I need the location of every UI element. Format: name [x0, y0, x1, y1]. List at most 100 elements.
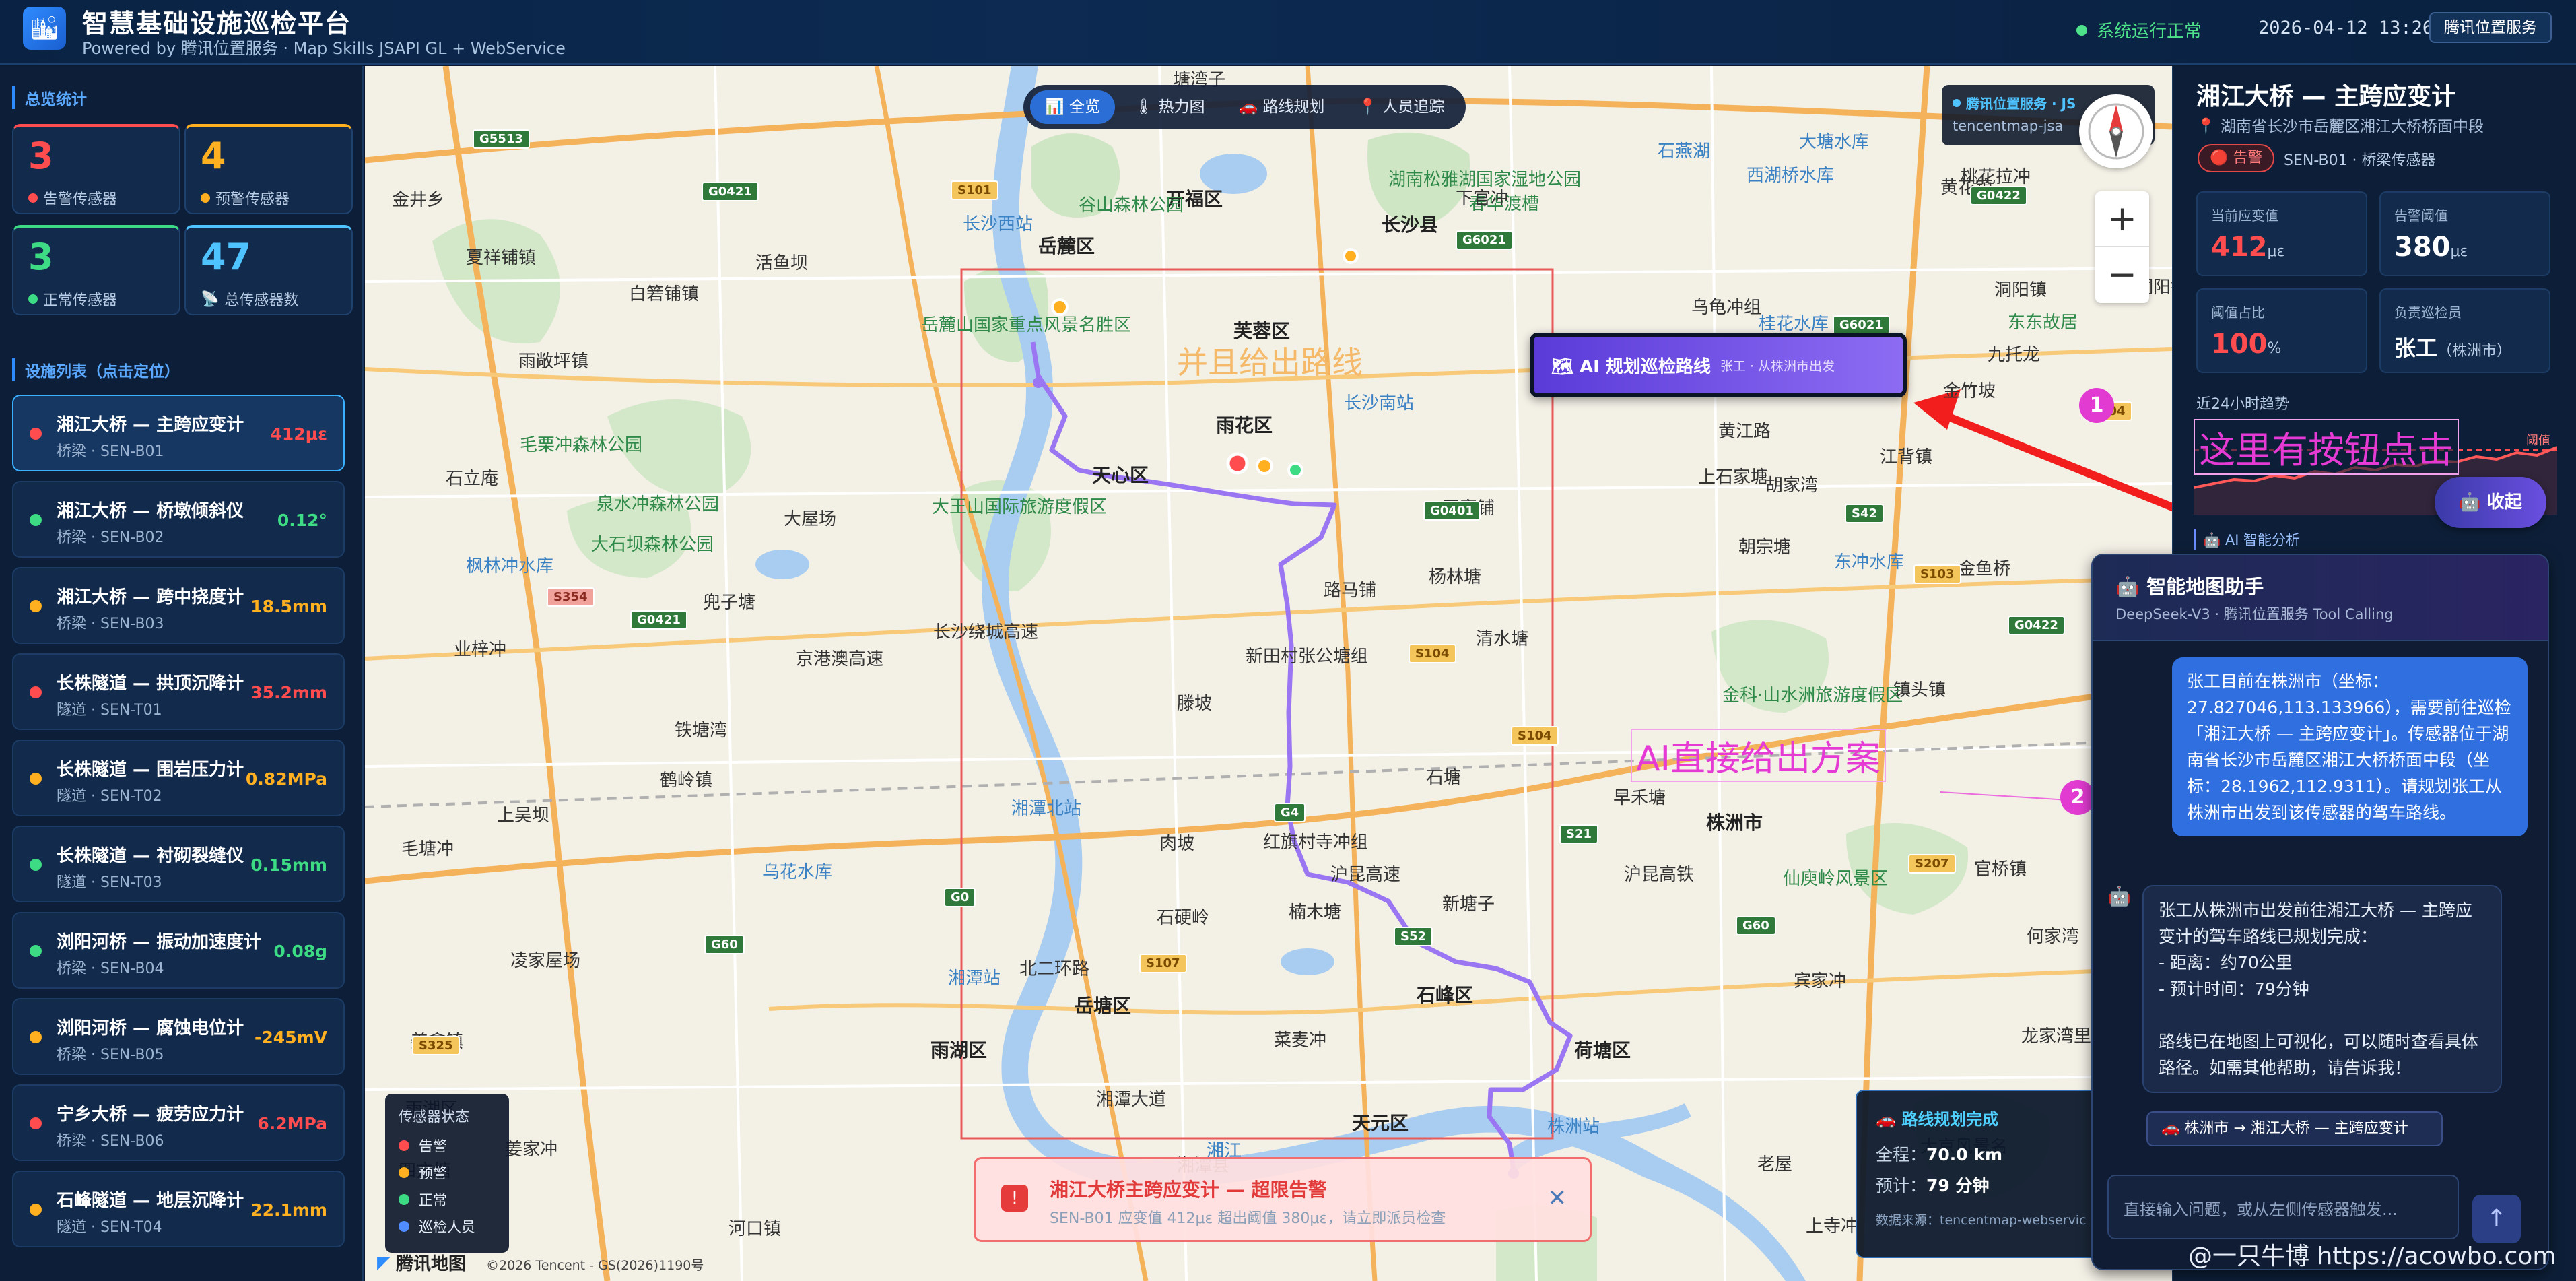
map-place-label: 兜子塘 [703, 593, 756, 613]
alarm-dot-icon [399, 1140, 409, 1151]
facility-item[interactable]: 浏阳河桥 — 振动加速度计 桥梁 · SEN-B04 0.08g [12, 912, 345, 989]
facility-value: 35.2mm [250, 683, 327, 702]
map-place-label: 湘潭北站 [1011, 799, 1082, 819]
map-place-label: 新田村张公塘组 [1246, 647, 1369, 667]
road-shield: G60 [704, 935, 745, 954]
facility-item[interactable]: 湘江大桥 — 主跨应变计 桥梁 · SEN-B01 412με [12, 395, 345, 471]
status-dot-icon [30, 1031, 42, 1043]
close-icon[interactable]: ✕ [1548, 1185, 1567, 1212]
facility-item[interactable]: 长株隧道 — 围岩压力计 隧道 · SEN-T02 0.82MPa [12, 740, 345, 816]
alarm-toast-title: 湘江大桥主跨应变计 — 超限告警 [1050, 1179, 1327, 1201]
zoom-in-button[interactable]: + [2095, 191, 2149, 247]
inspector-dot-icon [399, 1221, 409, 1232]
map-place-label: 下官冲 [1456, 189, 1509, 209]
facility-name: 浏阳河桥 — 振动加速度计 [57, 932, 262, 952]
road-shield: S42 [1845, 504, 1885, 523]
map-place-label: 老屋 [1757, 1154, 1793, 1175]
metric-label: 阈值占比 [2211, 304, 2265, 321]
stat-label-text: 告警传感器 [43, 191, 118, 208]
map-place-label: 九托龙 [1988, 345, 2041, 365]
metric-number: 380 [2394, 232, 2451, 263]
facility-value: 18.5mm [250, 597, 327, 616]
facility-item[interactable]: 长株隧道 — 衬砌裂缝仪 隧道 · SEN-T03 0.15mm [12, 826, 345, 902]
map-place-label: 何家湾 [2027, 927, 2080, 947]
status-badge: 🔴 告警 [2198, 144, 2275, 172]
map-place-label: 天元区 [1352, 1112, 1409, 1134]
facility-sub: 桥梁 · SEN-B02 [57, 529, 164, 546]
annotation-route: 并且给出路线 [1177, 344, 1363, 381]
status-dot-icon [30, 514, 42, 526]
map-place-label: 仙庾岭风景区 [1783, 869, 1889, 889]
map-copyright: ©2026 Tencent - GS(2026)1190号 [486, 1258, 704, 1273]
stat-label: 告警传感器 [28, 187, 117, 209]
facility-name: 湘江大桥 — 桥墩倾斜仪 [57, 501, 244, 521]
facility-name: 长株隧道 — 拱顶沉降计 [57, 674, 244, 694]
facility-sub: 隧道 · SEN-T01 [57, 702, 162, 719]
map-canvas[interactable]: 塘湾子湘潭县开福区长沙县岳麓区芙蓉区雨花区天心区长沙南站长沙西站谷山森林公园湖南… [365, 66, 2172, 1281]
ai-plan-route-button[interactable]: 🗺 AI 规划巡检路线 张工 · 从株洲市出发 [1530, 333, 1907, 397]
map-place-label: 株洲市 [1706, 812, 1763, 834]
facility-item[interactable]: 浏阳河桥 — 腐蚀电位计 桥梁 · SEN-B05 -245mV [12, 998, 345, 1075]
map-place-label: 大石坝森林公园 [591, 535, 714, 555]
sensor-address: 📍 湖南省长沙市岳麓区湘江大桥桥面中段 [2196, 118, 2484, 135]
metric-inspector: 负责巡检员 张工（株洲市） [2379, 288, 2550, 373]
map-place-label: 雨湖区 [930, 1039, 988, 1061]
compass-icon[interactable] [2079, 94, 2153, 168]
legend-label: 告警 [419, 1138, 447, 1154]
map-place-label: 宾家冲 [1794, 971, 1847, 991]
stat-number: 47 [201, 236, 252, 278]
tab-route-planning[interactable]: 🚗 路线规划 [1223, 90, 1339, 124]
app-subtitle: Powered by 腾讯位置服务 · Map Skills JSAPI GL … [82, 39, 566, 58]
map-place-label: 红旗村寺冲组 [1263, 832, 1369, 853]
map-place-label: 上吴坝 [497, 806, 550, 826]
facility-item[interactable]: 长株隧道 — 拱顶沉降计 隧道 · SEN-T01 35.2mm [12, 653, 345, 730]
map-place-label: 北二环路 [1019, 959, 1090, 979]
map-place-label: 大王山国际旅游度假区 [932, 497, 1108, 517]
map-place-label: 肉坡 [1159, 834, 1195, 854]
status-dot-icon [30, 945, 42, 957]
metric-value: 100% [2211, 329, 2281, 360]
zoom-out-button[interactable]: − [2095, 247, 2149, 303]
tab-overview[interactable]: 📊 全览 [1030, 90, 1115, 124]
trend-title: 近24小时趋势 [2196, 396, 2289, 413]
route-summary-chip[interactable]: 🚗 株洲市 → 湘江大桥 — 主跨应变计 [2146, 1111, 2443, 1146]
map-place-label: 泉水冲森林公园 [597, 494, 720, 515]
map-place-label: 凌家屋场 [510, 951, 581, 971]
tab-personnel-tracking[interactable]: 📍 人员追踪 [1343, 90, 1459, 124]
map-place-label: 石立庵 [446, 469, 499, 489]
facility-value: 0.15mm [250, 855, 327, 875]
facility-name: 石峰隧道 — 地层沉降计 [57, 1191, 244, 1211]
alarm-toast: ! 湘江大桥主跨应变计 — 超限告警 SEN-B01 应变值 412με 超出阈… [974, 1157, 1592, 1242]
assistant-message: 张工从株洲市出发前往湘江大桥 — 主跨应变计的驾车路线已规划完成： - 距离：约… [2142, 885, 2502, 1093]
metric-threshold-ratio: 阈值占比 100% [2196, 288, 2367, 373]
map-place-label: 毛栗冲森林公园 [520, 435, 643, 455]
road-shield: S354 [547, 587, 595, 607]
map-place-label: 乌龟冲组 [1691, 298, 1762, 318]
road-shield: S104 [1409, 644, 1456, 663]
facility-item[interactable]: 石峰隧道 — 地层沉降计 隧道 · SEN-T04 22.1mm [12, 1171, 345, 1247]
map-brand-icon: ◤ [377, 1252, 391, 1273]
facility-item[interactable]: 宁乡大桥 — 疲劳应力计 桥梁 · SEN-B06 6.2MPa [12, 1084, 345, 1161]
chat-input[interactable]: 直接输入问题，或从左侧传感器触发... [2107, 1175, 2459, 1239]
facility-item[interactable]: 湘江大桥 — 桥墩倾斜仪 桥梁 · SEN-B02 0.12° [12, 481, 345, 558]
map-place-label: 长沙西站 [963, 214, 1033, 234]
top-header: 🏙 智慧基础设施巡检平台 Powered by 腾讯位置服务 · Map Ski… [0, 0, 2576, 65]
map-place-label: 大塘水库 [1799, 132, 1870, 152]
legend-item: 告警 [399, 1136, 496, 1156]
route-time: 预计：79 分钟 [1876, 1173, 2078, 1197]
map-brand-text: 腾讯地图 [396, 1254, 467, 1274]
watermark: @一只牛博 https://acowbo.com [2188, 1243, 2556, 1270]
chat-header: 🤖 智能地图助手 DeepSeek-V3 · 腾讯位置服务 Tool Calli… [2093, 555, 2548, 641]
map-place-label: 江背镇 [1880, 447, 1933, 467]
provider-badge[interactable]: 腾讯位置服务 [2429, 12, 2552, 43]
collapse-chat-button[interactable]: 🤖 收起 [2435, 477, 2546, 528]
facility-item[interactable]: 湘江大桥 — 跨中挠度计 桥梁 · SEN-B03 18.5mm [12, 567, 345, 644]
road-shield: G0422 [1970, 186, 2027, 205]
route-distance-value: 70.0 km [1926, 1145, 2003, 1164]
road-shield: S325 [412, 1036, 460, 1055]
normal-dot-icon [399, 1194, 409, 1205]
tab-heatmap[interactable]: 🌡 热力图 [1119, 90, 1220, 124]
metric-number: 412 [2211, 232, 2268, 263]
sensor-legend: 传感器状态 告警 预警 正常 巡检人员 [385, 1094, 509, 1253]
map-place-label: 夏祥铺镇 [466, 248, 537, 268]
